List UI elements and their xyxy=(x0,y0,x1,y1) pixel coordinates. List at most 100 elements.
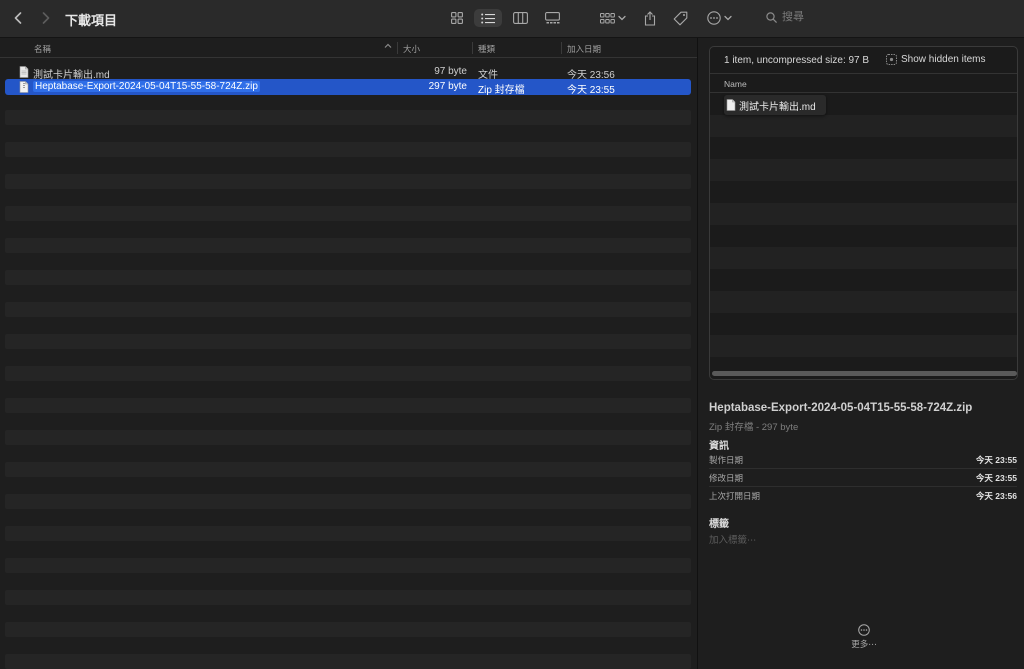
column-kind-header[interactable]: 種類 xyxy=(478,43,495,55)
list-icon xyxy=(481,13,495,23)
forward-button[interactable] xyxy=(38,9,54,27)
empty-row-stripe xyxy=(5,206,691,221)
zip-empty-row-stripe xyxy=(710,335,1017,357)
action-menu-button[interactable] xyxy=(704,9,734,27)
group-by-button[interactable] xyxy=(597,9,629,27)
info-row-last-opened: 上次打開日期 今天 23:56 xyxy=(709,490,1017,504)
file-date-added: 今天 23:55 xyxy=(567,85,615,96)
zip-empty-row-stripe xyxy=(710,115,1017,137)
info-label: 修改日期 xyxy=(709,473,744,483)
zip-empty-row-stripe xyxy=(710,291,1017,313)
list-view-button[interactable] xyxy=(474,9,502,27)
column-header: 名稱 大小 種類 加入日期 xyxy=(0,38,697,58)
sort-chevron-up-icon[interactable] xyxy=(384,43,392,49)
empty-row-stripe xyxy=(5,398,691,413)
info-value: 今天 23:55 xyxy=(975,455,1017,465)
zip-summary: 1 item, uncompressed size: 97 B xyxy=(724,55,870,66)
file-list: 名稱 大小 種類 加入日期 測試卡片輸出.md 97 byte 文件 今天 23… xyxy=(0,38,697,669)
tags-heading: 標籤 xyxy=(709,519,729,530)
column-size-header[interactable]: 大小 xyxy=(403,43,420,55)
tag-button[interactable] xyxy=(671,9,689,27)
empty-row-stripe xyxy=(5,366,691,381)
more-button[interactable]: 更多⋯ xyxy=(844,624,884,650)
window-title: 下載項目 xyxy=(65,13,118,28)
info-heading: 資訊 xyxy=(709,441,729,452)
grid-icon xyxy=(451,12,463,24)
file-size: 297 byte xyxy=(428,81,467,92)
empty-row-stripe xyxy=(5,174,691,189)
empty-row-stripe xyxy=(5,334,691,349)
info-row-modified: 修改日期 今天 23:55 xyxy=(709,472,1017,486)
add-tags-field[interactable]: 加入標籤⋯ xyxy=(709,532,757,546)
info-value: 今天 23:56 xyxy=(975,491,1017,501)
zip-document-icon xyxy=(19,81,29,93)
zip-entry-name: 測試卡片輸出.md xyxy=(739,101,816,113)
tag-icon xyxy=(673,11,687,25)
chevron-down-icon xyxy=(723,15,732,21)
search-icon xyxy=(766,11,777,23)
info-value: 今天 23:55 xyxy=(975,473,1017,483)
document-icon xyxy=(726,99,736,111)
icon-view-button[interactable] xyxy=(447,9,467,27)
file-row-selected[interactable]: Heptabase-Export-2024-05-04T15-55-58-724… xyxy=(5,79,691,96)
column-separator[interactable] xyxy=(397,42,398,54)
search-input[interactable] xyxy=(782,11,1022,23)
columns-icon xyxy=(512,12,528,24)
file-name: Heptabase-Export-2024-05-04T15-55-58-724… xyxy=(33,81,260,92)
ellipsis-circle-icon xyxy=(706,11,721,25)
file-kind: Zip 封存檔 xyxy=(478,85,525,96)
column-name-header[interactable]: 名稱 xyxy=(34,43,51,55)
empty-row-stripe xyxy=(5,142,691,157)
horizontal-scrollbar[interactable] xyxy=(712,371,1017,376)
file-subtitle: Zip 封存檔 - 297 byte xyxy=(709,422,799,433)
empty-row-stripe xyxy=(5,654,691,669)
hidden-items-icon xyxy=(886,54,897,65)
ellipsis-circle-icon xyxy=(858,624,870,636)
empty-row-stripe xyxy=(5,110,691,125)
column-separator[interactable] xyxy=(561,42,562,54)
zip-contents-preview: 1 item, uncompressed size: 97 B Show hid… xyxy=(709,46,1018,380)
zip-empty-row-stripe xyxy=(710,247,1017,269)
divider xyxy=(709,486,1017,487)
empty-row-stripe xyxy=(5,590,691,605)
empty-row-stripe xyxy=(5,430,691,445)
show-hidden-items-toggle[interactable]: Show hidden items xyxy=(886,54,986,65)
column-separator[interactable] xyxy=(472,42,473,54)
column-view-button[interactable] xyxy=(510,9,530,27)
empty-row-stripe xyxy=(5,238,691,253)
chevron-right-icon xyxy=(42,12,50,24)
empty-row-stripe xyxy=(5,558,691,573)
zip-empty-row-stripe xyxy=(710,159,1017,181)
gallery-icon xyxy=(544,12,560,24)
column-date-header[interactable]: 加入日期 xyxy=(567,43,601,55)
group-grid-icon xyxy=(600,12,615,23)
empty-row-stripe xyxy=(5,494,691,509)
chevron-left-icon xyxy=(14,12,22,24)
file-size: 97 byte xyxy=(434,66,467,77)
show-hidden-label: Show hidden items xyxy=(901,54,986,65)
empty-row-stripe xyxy=(5,270,691,285)
empty-row-stripe xyxy=(5,302,691,317)
share-button[interactable] xyxy=(641,9,659,27)
zip-entry[interactable]: 測試卡片輸出.md xyxy=(724,95,826,115)
finder-toolbar: 下載項目 xyxy=(0,0,1024,38)
zip-empty-row-stripe xyxy=(710,203,1017,225)
document-icon xyxy=(19,66,29,78)
file-row[interactable]: 測試卡片輸出.md 97 byte 文件 今天 23:56 xyxy=(5,64,691,81)
empty-row-stripe xyxy=(5,526,691,541)
share-icon xyxy=(644,10,656,26)
info-label: 製作日期 xyxy=(709,455,744,465)
empty-row-stripe xyxy=(5,462,691,477)
back-button[interactable] xyxy=(10,9,26,27)
more-label: 更多⋯ xyxy=(851,639,877,649)
info-label: 上次打開日期 xyxy=(709,491,761,501)
zip-column-header: Name xyxy=(710,73,1017,93)
divider xyxy=(709,468,1017,469)
chevron-down-icon xyxy=(618,15,626,21)
zip-name-column[interactable]: Name xyxy=(724,79,747,89)
preview-inspector-pane: 1 item, uncompressed size: 97 B Show hid… xyxy=(697,38,1024,669)
search-field[interactable] xyxy=(766,11,1022,23)
empty-row-stripe xyxy=(5,622,691,637)
info-row-created: 製作日期 今天 23:55 xyxy=(709,454,1017,468)
gallery-view-button[interactable] xyxy=(542,9,562,27)
